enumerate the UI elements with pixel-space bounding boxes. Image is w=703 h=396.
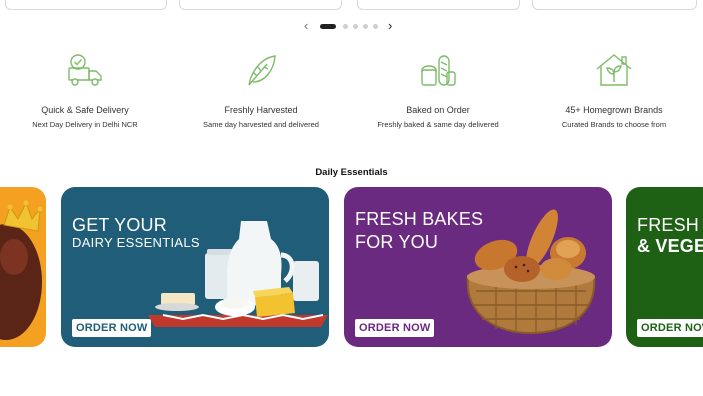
chevron-right-icon[interactable]: ›	[388, 19, 392, 33]
banner-bakes[interactable]: FRESH BAKES FOR YOU ORDER NOW	[344, 187, 612, 347]
product-card-partial[interactable]	[179, 0, 342, 10]
feature-subtitle: Same day harvested and delivered	[203, 120, 319, 129]
feature-brands: 45+ Homegrown Brands Curated Brands to c…	[529, 52, 699, 129]
banner-subtitle: & VEGE	[637, 236, 703, 256]
order-now-button[interactable]: ORDER NOW	[355, 319, 435, 337]
leaf-icon	[248, 55, 276, 86]
product-card-partial[interactable]	[532, 0, 697, 10]
product-card-partial[interactable]	[5, 0, 167, 10]
feature-title: Freshly Harvested	[224, 105, 298, 115]
feature-title: Quick & Safe Delivery	[41, 105, 129, 115]
order-now-button[interactable]: ORDER NOW	[72, 319, 152, 337]
banner-partial-left[interactable]	[0, 187, 46, 347]
product-card-partial[interactable]	[357, 0, 520, 10]
feature-subtitle: Freshly baked & same day delivered	[377, 120, 499, 129]
section-title: Daily Essentials	[315, 167, 388, 178]
banner-partial-right[interactable]: FRESH F & VEGE ORDER NOW	[626, 187, 703, 347]
feature-harvest: Freshly Harvested Same day harvested and…	[176, 52, 346, 129]
pager-dot[interactable]	[353, 24, 358, 29]
chevron-left-icon[interactable]: ‹	[304, 19, 308, 33]
pager-dot[interactable]	[343, 24, 348, 29]
bread-basket-image	[466, 209, 596, 335]
delivery-truck-icon	[68, 54, 102, 86]
dairy-products-image	[148, 221, 328, 327]
pager-dot[interactable]	[373, 24, 378, 29]
bread-icon	[421, 55, 456, 86]
home-plant-icon	[596, 54, 632, 86]
feature-baked: Baked on Order Freshly baked & same day …	[353, 52, 523, 129]
pager-dot[interactable]	[363, 24, 368, 29]
feature-title: Baked on Order	[406, 105, 470, 115]
crowned-chicken-image	[0, 200, 43, 340]
feature-subtitle: Next Day Delivery in Delhi NCR	[32, 120, 138, 129]
banner-title: FRESH F	[637, 215, 703, 235]
feature-delivery: Quick & Safe Delivery Next Day Delivery …	[0, 52, 170, 129]
order-now-button[interactable]: ORDER NOW	[637, 319, 703, 337]
banner-subtitle: FOR YOU	[355, 232, 439, 252]
feature-title: 45+ Homegrown Brands	[565, 105, 663, 115]
carousel-pager: ‹ ›	[300, 19, 400, 33]
pager-dot[interactable]	[320, 24, 336, 29]
banner-dairy[interactable]: GET YOUR DAIRY ESSENTIALS ORDER NOW	[61, 187, 329, 347]
feature-subtitle: Curated Brands to choose from	[561, 120, 667, 129]
